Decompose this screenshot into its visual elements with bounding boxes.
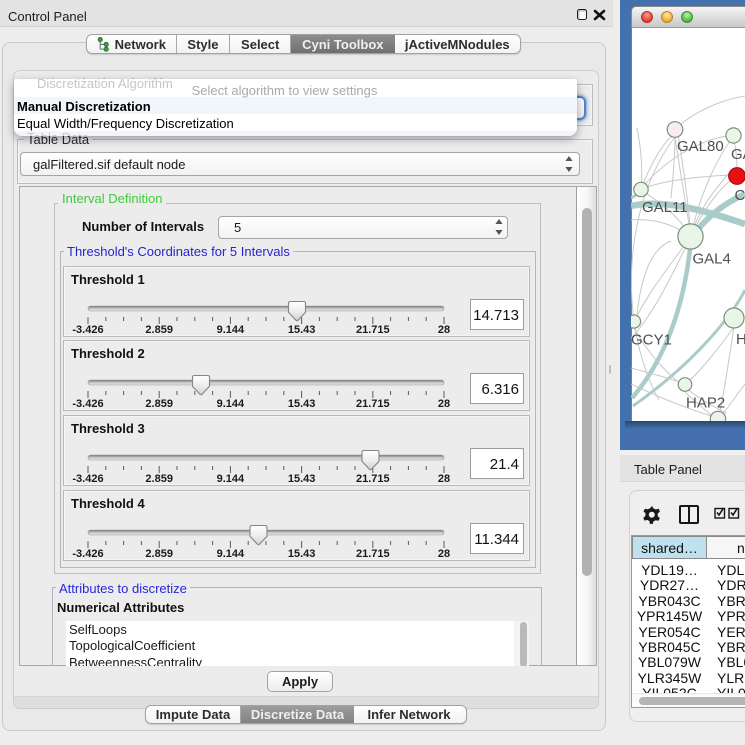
svg-text:15.43: 15.43	[288, 548, 316, 560]
svg-text:GAL11: GAL11	[642, 199, 688, 216]
svg-text:9.144: 9.144	[217, 548, 245, 560]
svg-text:GCY1: GCY1	[631, 332, 672, 349]
svg-text:28: 28	[438, 398, 450, 410]
svg-text:9.144: 9.144	[217, 398, 245, 410]
svg-text:-3.426: -3.426	[72, 324, 103, 336]
svg-text:2.859: 2.859	[145, 324, 173, 336]
svg-text:2.859: 2.859	[145, 548, 173, 560]
svg-text:28: 28	[438, 473, 450, 485]
svg-text:C: C	[735, 187, 745, 204]
svg-text:-3.426: -3.426	[72, 548, 103, 560]
svg-text:21.715: 21.715	[356, 473, 390, 485]
svg-text:28: 28	[438, 324, 450, 336]
svg-text:28: 28	[438, 548, 450, 560]
svg-text:2.859: 2.859	[145, 473, 173, 485]
svg-text:H: H	[736, 331, 745, 348]
svg-text:15.43: 15.43	[288, 473, 316, 485]
svg-text:GAL80: GAL80	[677, 138, 724, 155]
svg-text:-3.426: -3.426	[72, 473, 103, 485]
svg-text:GAL4: GAL4	[693, 251, 731, 268]
svg-text:15.43: 15.43	[288, 398, 316, 410]
svg-text:21.715: 21.715	[356, 398, 390, 410]
svg-text:15.43: 15.43	[288, 324, 316, 336]
svg-text:GA: GA	[731, 146, 745, 163]
svg-text:9.144: 9.144	[217, 324, 245, 336]
svg-text:HAP2: HAP2	[686, 395, 725, 412]
svg-text:-3.426: -3.426	[72, 398, 103, 410]
svg-text:21.715: 21.715	[356, 548, 390, 560]
svg-text:9.144: 9.144	[217, 473, 245, 485]
svg-text:21.715: 21.715	[356, 324, 390, 336]
svg-text:2.859: 2.859	[145, 398, 173, 410]
